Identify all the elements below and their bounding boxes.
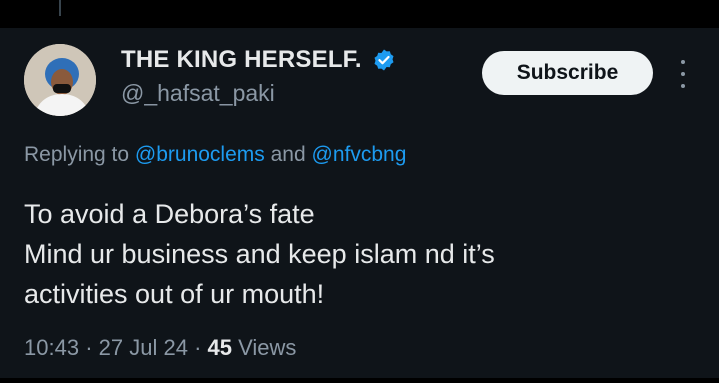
avatar[interactable] [24,44,96,116]
meta-separator: · [85,335,93,360]
views-label[interactable]: Views [238,335,296,360]
avatar-image [24,44,96,116]
author-name-row[interactable]: THE KING HERSELF. [121,46,396,74]
bottom-strip [0,378,719,383]
replying-to: Replying to @brunoclems and @nfvcbng [24,143,406,167]
tweet-meta: 10:43 · 27 Jul 24 · 45 Views [24,335,296,361]
tweet-card: THE KING HERSELF. @_hafsat_paki Subscrib… [0,0,719,383]
reply-mention-nfvcbng[interactable]: @nfvcbng [312,143,407,166]
meta-separator: · [194,335,202,360]
tweet-date[interactable]: 27 Jul 24 [99,335,188,360]
more-options-icon[interactable] [676,60,690,88]
replying-prefix: Replying to [24,143,130,166]
tweet-line: To avoid a Debora’s fate [24,199,315,229]
reply-mention-brunoclems[interactable]: @brunoclems [135,143,265,166]
views-count[interactable]: 45 [208,335,232,360]
tweet-line: activities out of ur mouth! [24,279,325,309]
subscribe-button[interactable]: Subscribe [482,51,653,95]
tweet-text: To avoid a Debora’s fate Mind ur busines… [24,194,694,314]
thread-line [59,0,61,16]
author-handle[interactable]: @_hafsat_paki [121,80,275,107]
top-strip [0,0,719,28]
tweet-line: Mind ur business and keep islam nd it’s [24,239,495,269]
replying-conjunction: and [270,143,306,166]
tweet-time[interactable]: 10:43 [24,335,79,360]
verified-badge-icon [372,48,396,72]
display-name[interactable]: THE KING HERSELF. [121,46,362,74]
